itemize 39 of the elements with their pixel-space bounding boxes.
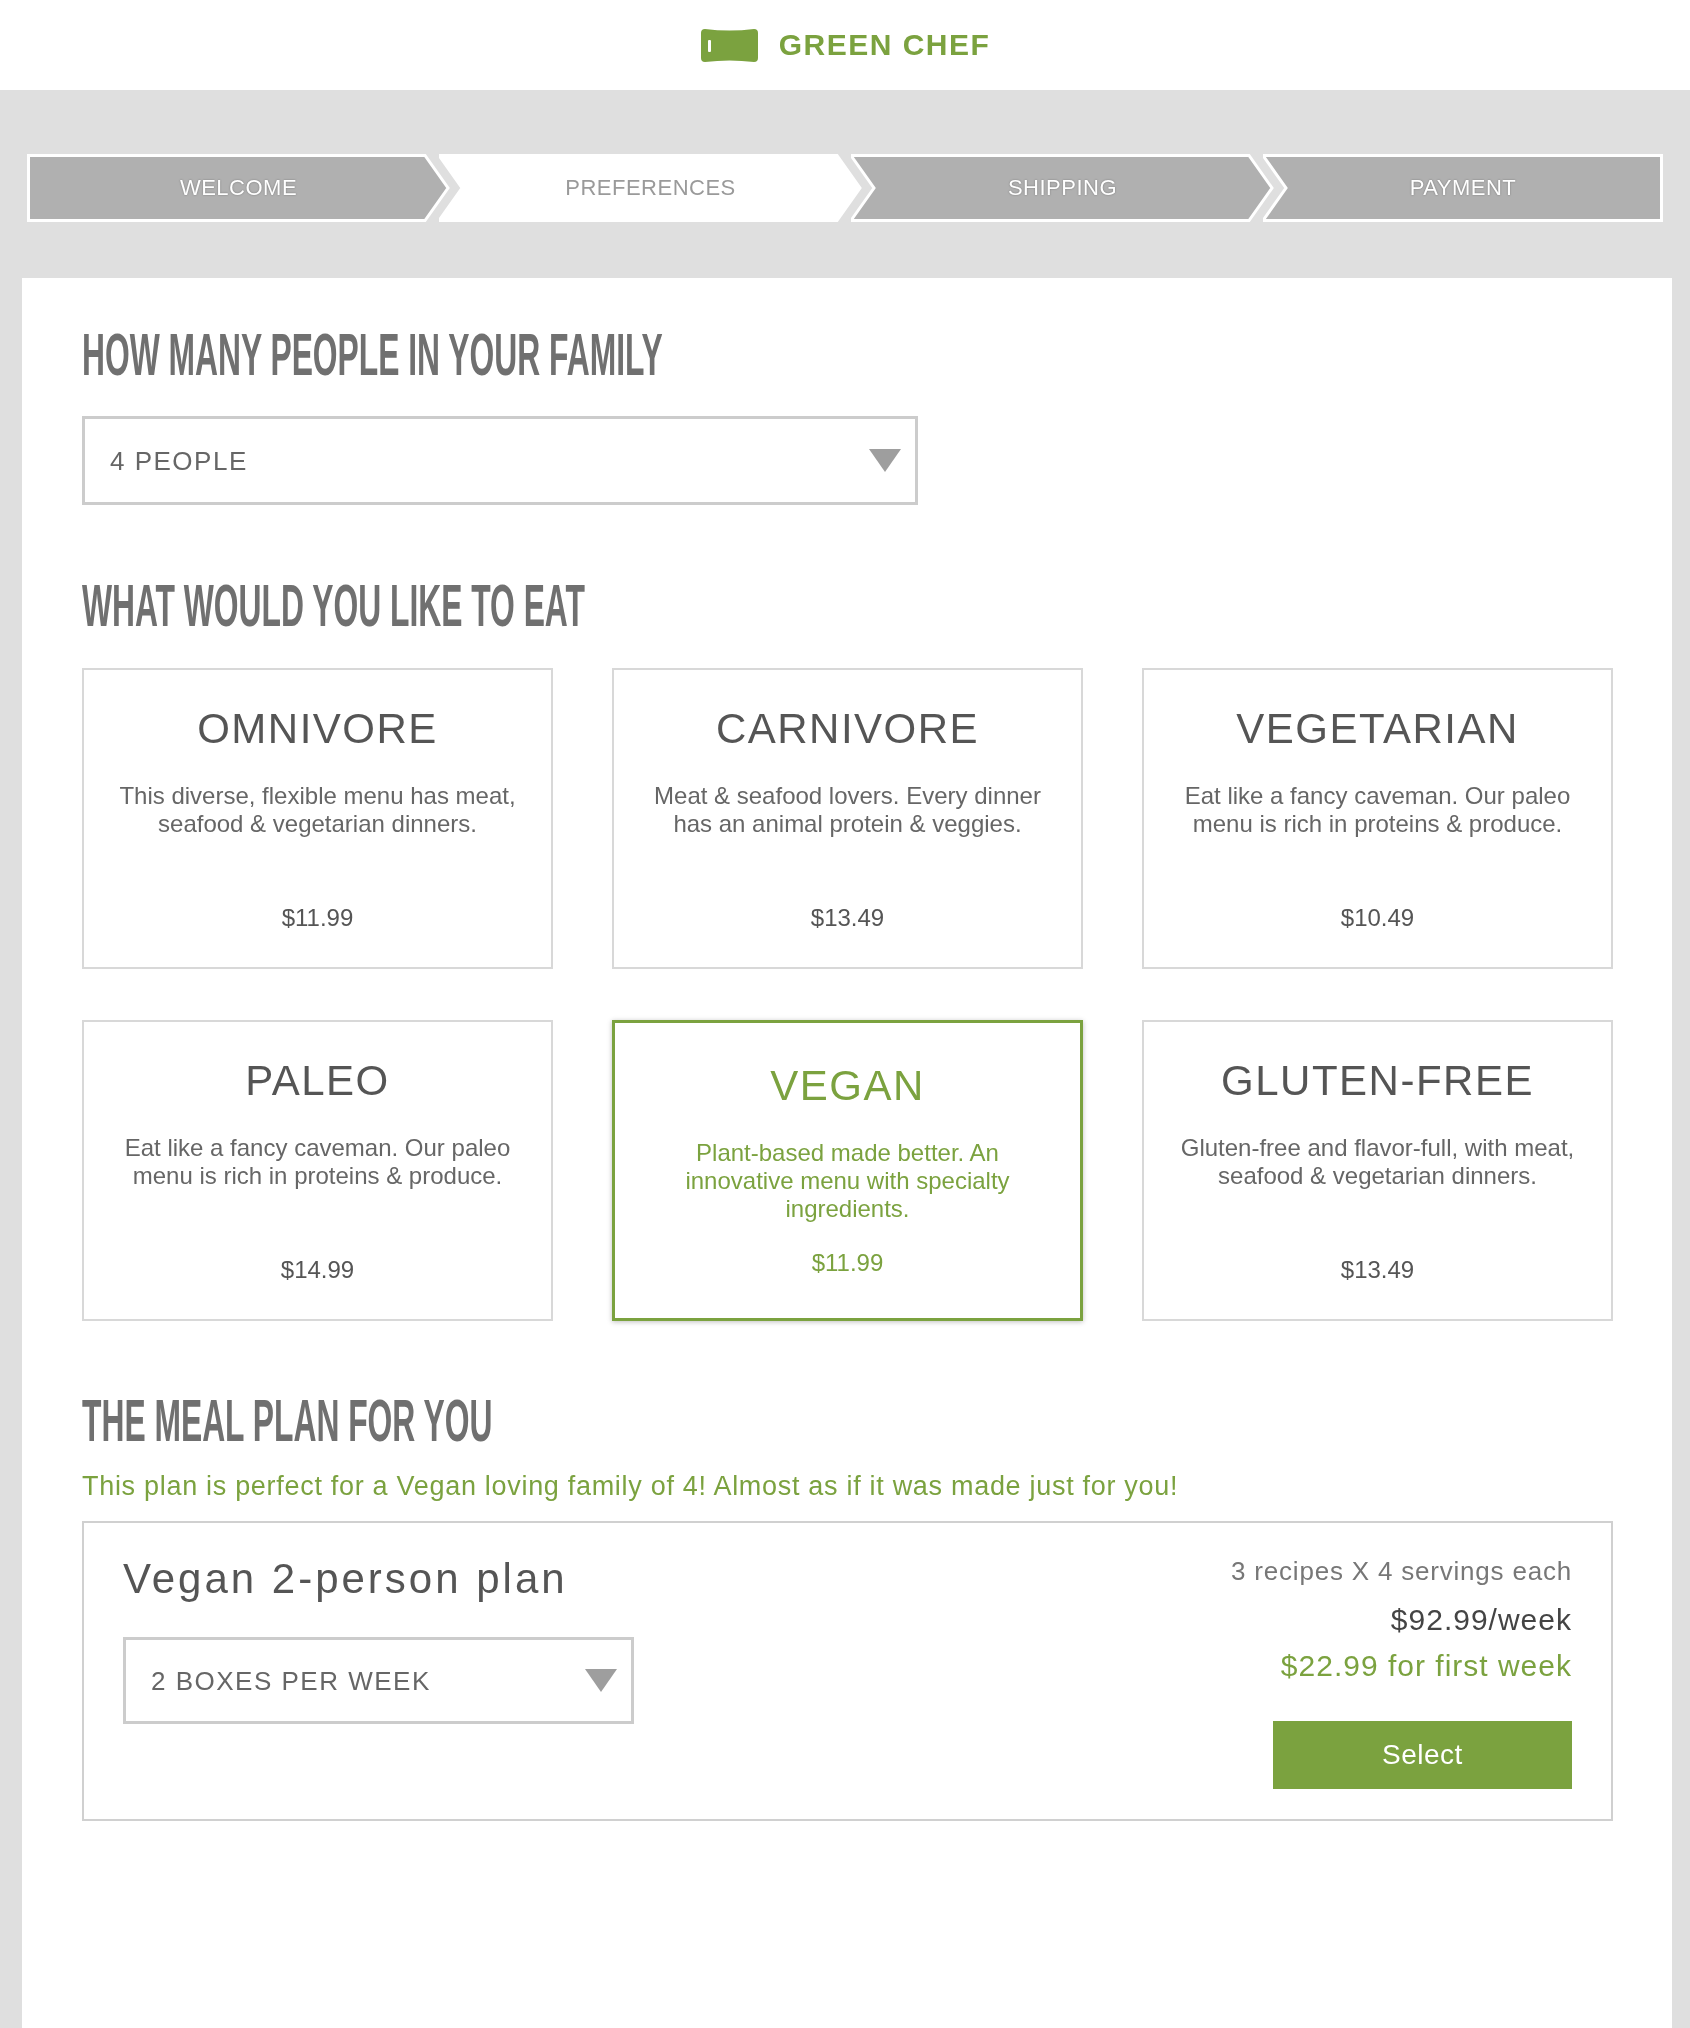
menu-option-card[interactable]: OMNIVORE This diverse, flexible menu has meat, seafood & vegetarian dinners. $11.99 [82,668,553,969]
caret-icon [585,1669,617,1692]
menu-option-card[interactable]: CARNIVORE Meat & seafood lovers. Every dinner has an animal protein & veggies. $13.49 [612,668,1083,969]
select-button[interactable]: Select [1273,1721,1572,1789]
menu-title: VEGETARIAN [1236,708,1519,750]
section-heading: WHAT WOULD YOU LIKE TO EAT [82,576,585,636]
menu-option-card[interactable]: PALEO Eat like a fancy caveman. Our paleo menu is rich in proteins & produce. $14.99 [82,1020,553,1321]
caret-icon [869,449,901,472]
menu-description: Plant-based made better. An innovative menu with specialty ingredients. [684,1139,1011,1223]
menu-option-card[interactable]: GLUTEN-FREE Gluten-free and flavor-full, with meat, seafood & vegetarian dinners. $13.49 [1142,1020,1613,1321]
menu-title: OMNIVORE [197,708,438,750]
menu-description: This diverse, flexible menu has meat, seafood & vegetarian dinners. [118,782,517,838]
menu-price: $14.99 [280,1255,355,1285]
menu-description: Gluten-free and flavor-full, with meat, seafood & vegetarian dinners. [1179,1134,1576,1190]
menu-description: Eat like a fancy caveman. Our paleo menu is rich in proteins & produce. [1183,782,1572,838]
menu-title: VEGAN [770,1065,925,1107]
menu-price: $11.99 [811,1248,884,1278]
logo-icon [699,27,759,63]
menu-description: Eat like a fancy caveman. Our paleo menu is rich in proteins & produce. [123,1134,512,1190]
people-select[interactable]: 4 PEOPLE [82,416,918,505]
menu-option-card[interactable]: VEGETARIAN Eat like a fancy caveman. Our paleo menu is rich in proteins & produce. $10.49 [1142,668,1613,969]
brand-name: GREEN CHEF [778,30,991,60]
servings-text: 3 recipes X 4 servings each [1231,1555,1572,1588]
menu-description: Meat & seafood lovers. Every dinner has an animal protein & veggies. [653,782,1042,838]
menu-price: $13.49 [810,903,885,933]
menu-price: $13.49 [1340,1255,1415,1285]
section-heading: HOW MANY PEOPLE IN YOUR FAMILY [82,325,663,385]
menu-title: CARNIVORE [715,708,980,750]
boxes-select[interactable]: 2 BOXES PER WEEK [123,1637,634,1724]
menu-price: $10.49 [1340,903,1415,933]
plan-message: This plan is perfect for a Vegan loving family of 4! Almost as if it was made just for you! [82,1470,1180,1502]
menu-title: PALEO [245,1060,390,1102]
plan-title: Vegan 2-person plan [123,1558,568,1600]
menu-option-card[interactable]: VEGAN Plant-based made better. An innovative menu with specialty ingredients. $11.99 [612,1020,1083,1321]
menu-price: $11.99 [281,903,354,933]
section-heading: THE MEAL PLAN FOR YOU [82,1391,493,1451]
menu-title: GLUTEN-FREE [1221,1060,1534,1102]
weekly-price: $92.99/week [1390,1602,1572,1638]
first-week-price: $22.99 for first week [1280,1648,1572,1684]
